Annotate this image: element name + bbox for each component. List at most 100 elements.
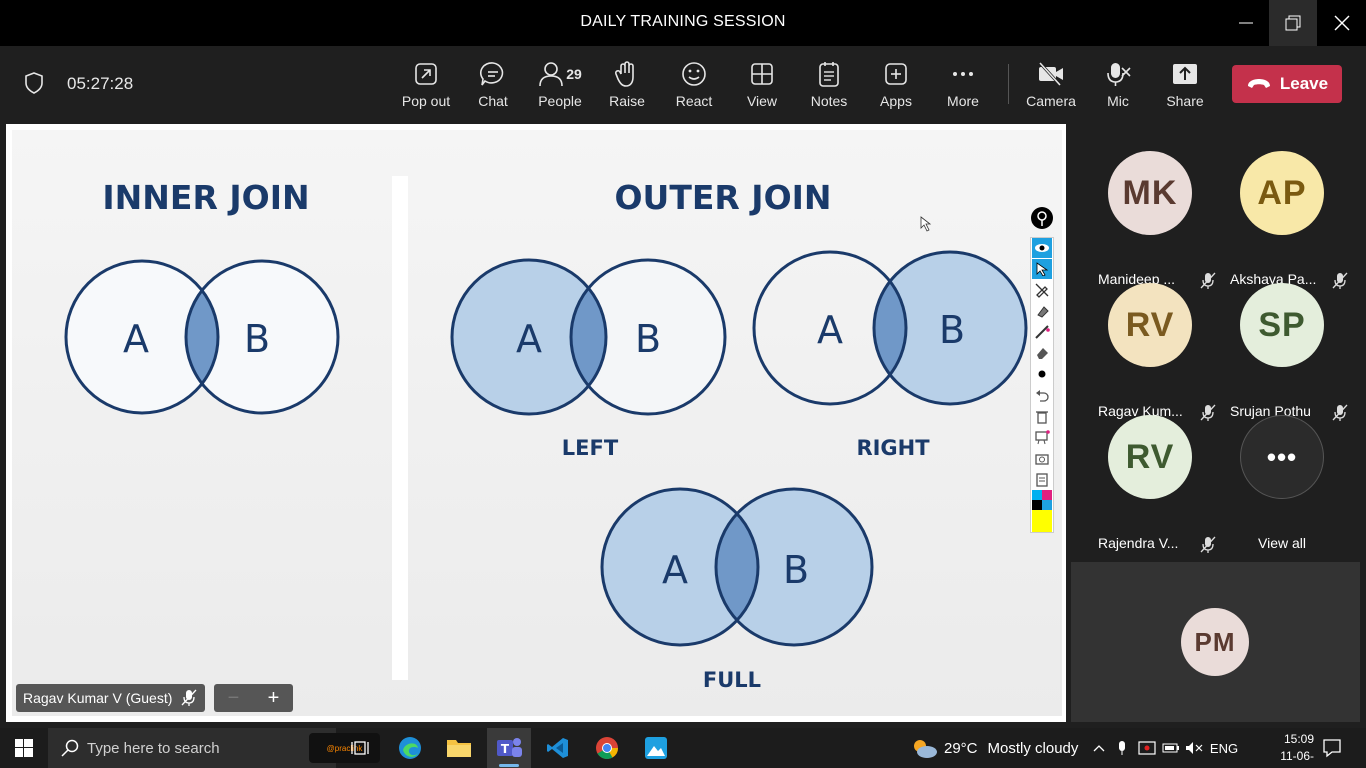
palette-tools bbox=[1030, 237, 1054, 533]
search-icon bbox=[61, 739, 79, 762]
chrome-app[interactable] bbox=[583, 728, 631, 768]
eraser-icon[interactable] bbox=[1032, 343, 1052, 363]
task-view-button[interactable] bbox=[336, 728, 384, 768]
react-button[interactable]: React bbox=[661, 58, 727, 114]
avatar: MK bbox=[1108, 151, 1192, 235]
vscode-app[interactable] bbox=[534, 728, 582, 768]
smiley-icon bbox=[682, 62, 706, 86]
meeting-timer: 05:27:28 bbox=[67, 74, 134, 93]
raise-label: Raise bbox=[609, 93, 645, 109]
full-label-a: A bbox=[662, 548, 688, 592]
marker-icon[interactable] bbox=[1032, 301, 1052, 321]
view-button[interactable]: View bbox=[729, 58, 795, 114]
participant-tile[interactable]: AP Akshaya Pa... bbox=[1216, 151, 1348, 289]
more-icon bbox=[953, 72, 973, 76]
more-button[interactable]: More bbox=[930, 58, 996, 114]
weather-temp: 29°C bbox=[944, 739, 978, 757]
photos-app[interactable] bbox=[632, 728, 680, 768]
close-icon bbox=[1334, 15, 1350, 31]
pointer-icon[interactable] bbox=[1032, 259, 1052, 279]
clipboard-icon[interactable] bbox=[1032, 469, 1052, 489]
pop-out-label: Pop out bbox=[401, 93, 451, 109]
chat-button[interactable]: Chat bbox=[460, 58, 526, 114]
notes-label: Notes bbox=[810, 93, 848, 109]
chevron-up-icon[interactable] bbox=[1090, 728, 1108, 768]
language-indicator[interactable]: ENG bbox=[1208, 728, 1240, 768]
svg-text:T: T bbox=[501, 742, 510, 756]
window-title: DAILY TRAINING SESSION bbox=[580, 13, 786, 30]
trash-icon[interactable] bbox=[1032, 406, 1052, 426]
more-participants-icon: ••• bbox=[1240, 415, 1324, 499]
share-button[interactable]: Share bbox=[1152, 58, 1218, 114]
eye-icon[interactable] bbox=[1032, 238, 1052, 258]
left-label-a: A bbox=[516, 317, 542, 361]
weather-widget[interactable]: 29°C Mostly cloudy bbox=[910, 728, 1078, 768]
pen-off-icon[interactable] bbox=[1032, 280, 1052, 300]
close-button[interactable] bbox=[1318, 0, 1366, 46]
pop-out-icon bbox=[415, 63, 437, 85]
left-label-b: B bbox=[635, 317, 661, 361]
taskbar-search[interactable]: Type here to search @praclink bbox=[48, 728, 380, 768]
notes-button[interactable]: Notes bbox=[796, 58, 862, 114]
avatar-initials: RV bbox=[1125, 305, 1175, 344]
pin-icon[interactable] bbox=[1031, 207, 1053, 229]
undo-icon[interactable] bbox=[1032, 385, 1052, 405]
participant-tile[interactable]: MK Manideep ... bbox=[1084, 151, 1216, 289]
system-clock[interactable]: 15:09 11-06-2024 bbox=[1254, 731, 1314, 768]
dot-size-icon[interactable] bbox=[1032, 364, 1052, 384]
apps-label: Apps bbox=[880, 93, 912, 109]
outer-join-title: OUTER JOIN bbox=[614, 178, 831, 217]
react-label: React bbox=[675, 93, 713, 109]
participant-tile[interactable]: RV Ragav Kum... bbox=[1084, 283, 1216, 421]
mic-tray-icon[interactable] bbox=[1113, 728, 1131, 768]
edge-icon bbox=[399, 737, 421, 759]
view-all-button[interactable]: ••• View all bbox=[1216, 415, 1348, 551]
cloudy-icon bbox=[914, 740, 937, 758]
avatar: RV bbox=[1108, 415, 1192, 499]
color-swatches[interactable] bbox=[1032, 490, 1052, 532]
zoom-in-button[interactable]: + bbox=[254, 684, 293, 712]
restore-button[interactable] bbox=[1269, 0, 1317, 46]
mic-button[interactable]: Mic bbox=[1085, 58, 1151, 114]
whiteboard-icon[interactable] bbox=[1032, 427, 1052, 447]
teams-icon: T bbox=[497, 738, 522, 757]
pop-out-button[interactable]: Pop out bbox=[393, 58, 459, 114]
file-explorer-app[interactable] bbox=[435, 728, 483, 768]
start-button[interactable] bbox=[0, 728, 48, 768]
right-label-b: B bbox=[939, 308, 965, 352]
people-button[interactable]: 29 People bbox=[527, 58, 593, 114]
chrome-icon bbox=[596, 737, 618, 759]
volume-muted-icon[interactable] bbox=[1184, 728, 1204, 768]
participant-tile[interactable]: RV Rajendra V... bbox=[1084, 415, 1216, 553]
people-icon bbox=[539, 62, 564, 87]
leave-button[interactable]: Leave bbox=[1232, 65, 1342, 103]
task-view-icon bbox=[351, 741, 369, 755]
presenter-label: Ragav Kumar V (Guest) bbox=[16, 684, 205, 712]
share-label: Share bbox=[1166, 93, 1204, 109]
participant-tile[interactable]: SP Srujan Pothu bbox=[1216, 283, 1348, 421]
edge-app[interactable] bbox=[386, 728, 434, 768]
battery-icon[interactable] bbox=[1161, 728, 1181, 768]
view-label: View bbox=[746, 93, 778, 109]
mic-off-icon bbox=[1107, 63, 1131, 86]
participant-name: Rajendra V... bbox=[1098, 535, 1179, 551]
screen-record-icon[interactable] bbox=[1137, 728, 1157, 768]
right-label-a: A bbox=[817, 308, 843, 352]
raise-hand-button[interactable]: Raise bbox=[594, 58, 660, 114]
minimize-button[interactable] bbox=[1222, 0, 1270, 46]
teams-app-active[interactable]: T bbox=[487, 728, 531, 768]
apps-button[interactable]: Apps bbox=[863, 58, 929, 114]
hang-up-icon bbox=[1247, 79, 1270, 88]
shield-icon[interactable] bbox=[24, 72, 44, 99]
avatar: RV bbox=[1108, 283, 1192, 367]
chat-label: Chat bbox=[478, 93, 508, 109]
zoom-out-button[interactable]: − bbox=[214, 684, 253, 712]
avatar-initials: SP bbox=[1258, 305, 1306, 344]
notification-icon[interactable] bbox=[1322, 738, 1342, 763]
share-icon bbox=[1173, 64, 1197, 84]
join-diagram: INNER JOIN A B OUTER JOIN A B LEFT A B R… bbox=[64, 178, 1028, 692]
meeting-toolbar: 05:27:28 Pop out Chat 29 People Raise Re… bbox=[0, 46, 1366, 122]
screenshot-icon[interactable] bbox=[1032, 448, 1052, 468]
camera-button[interactable]: Camera bbox=[1018, 58, 1084, 114]
line-icon[interactable] bbox=[1032, 322, 1052, 342]
